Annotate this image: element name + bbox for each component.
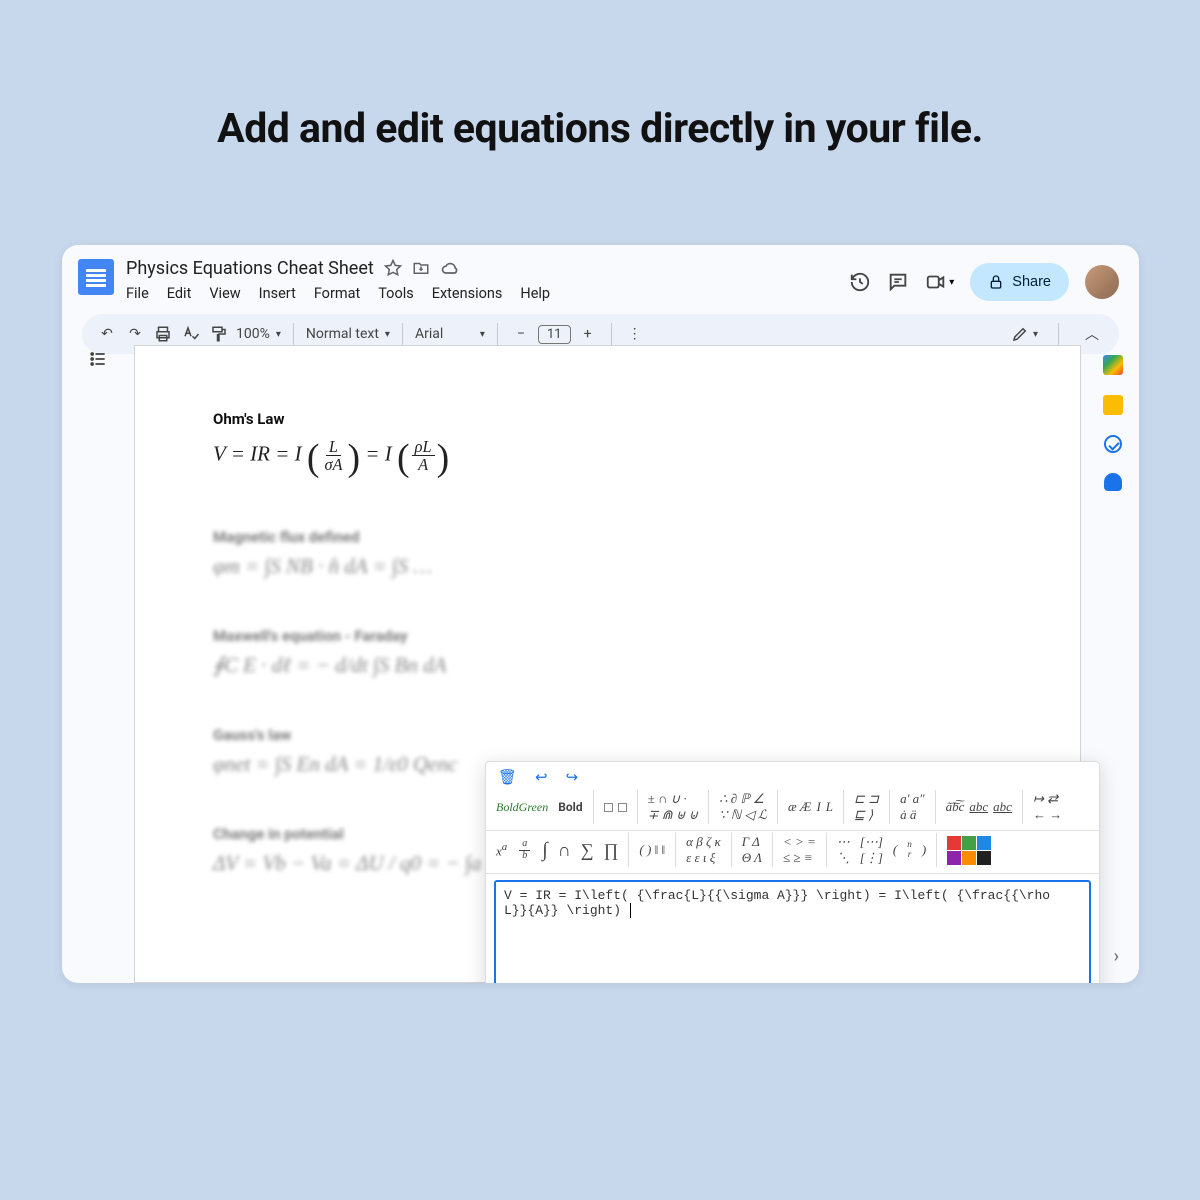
menu-view[interactable]: View xyxy=(209,285,240,302)
paint-format-icon[interactable] xyxy=(208,325,230,343)
bracket-group[interactable]: ( ) ‖ ‖ xyxy=(639,842,665,858)
share-label: Share xyxy=(1012,274,1051,290)
binom-btn[interactable]: (nr) xyxy=(893,840,926,859)
greek-lower-group[interactable]: α β ζ κε ε ι ξ xyxy=(686,834,721,866)
latex-code-text: V = IR = I\left( {\frac{L}{{\sigma A}}} … xyxy=(504,888,1050,918)
lock-icon xyxy=(988,274,1004,290)
color-palette[interactable] xyxy=(947,836,991,865)
latex-input[interactable]: V = IR = I\left( {\frac{L}{{\sigma A}}} … xyxy=(494,880,1091,983)
arrow-group[interactable]: ↦ ⇄← → xyxy=(1033,791,1062,823)
greek-upper-group[interactable]: Γ ΔΘ Λ xyxy=(742,834,762,866)
dots-group[interactable]: ⋯⋱ xyxy=(837,834,850,866)
more-toolbar-icon[interactable]: ⋮ xyxy=(624,326,646,342)
meet-icon[interactable]: ▾ xyxy=(925,271,954,293)
section-title: Magnetic flux defined xyxy=(213,528,1002,546)
section-ohms-law: Ohm's Law V = IR = I (LσA) = I (ρLA) xyxy=(213,410,1002,480)
menu-extensions[interactable]: Extensions xyxy=(432,285,503,302)
decoration-group[interactable]: ã͠b͠cabc abc xyxy=(946,799,1012,815)
google-docs-window: Physics Equations Cheat Sheet File Edit … xyxy=(62,245,1139,983)
matrix-btn[interactable]: [⋯][⋮] xyxy=(860,834,883,866)
history-icon[interactable] xyxy=(849,271,871,293)
matrix-group[interactable] xyxy=(604,803,627,812)
increase-font-icon[interactable]: + xyxy=(577,326,599,342)
menu-help[interactable]: Help xyxy=(520,285,550,302)
equation-symbol-toolbar: BoldGreen Bold ± ∩ ∪ ·∓ ⋒ ⊎ ⊍ ∴ ∂ ℙ ∠∵ ℕ… xyxy=(486,788,1099,831)
menu-bar: File Edit View Insert Format Tools Exten… xyxy=(126,285,849,302)
relation-group[interactable]: ∴ ∂ ℙ ∠∵ ℕ ◁ ℒ xyxy=(719,791,767,823)
menu-insert[interactable]: Insert xyxy=(259,285,296,302)
menu-file[interactable]: File xyxy=(126,285,149,302)
promo-headline: Add and edit equations directly in your … xyxy=(0,105,1200,153)
equation-rendered: φm = ∫S NB · n̂ dA = ∫S … xyxy=(213,554,1002,579)
zoom-selector[interactable]: 100% ▾ xyxy=(236,326,281,342)
equation-editor-dialog: 🗑 ↩ ↪ BoldGreen Bold ± ∩ ∪ ·∓ ⋒ ⊎ ⊍ ∴ ∂ … xyxy=(485,761,1100,983)
contacts-icon[interactable] xyxy=(1104,473,1122,491)
section-maxwell: Maxwell's equation - Faraday ∮C E · dℓ =… xyxy=(213,627,1002,678)
section-title: Ohm's Law xyxy=(213,410,1002,428)
editing-mode-icon[interactable]: ▾ xyxy=(1011,325,1038,343)
calendar-icon[interactable] xyxy=(1103,355,1123,375)
redo-icon[interactable]: ↷ xyxy=(124,326,146,342)
redo-icon[interactable]: ↪ xyxy=(566,768,579,786)
spellcheck-icon[interactable] xyxy=(180,325,202,343)
decrease-font-icon[interactable]: − xyxy=(510,326,532,342)
star-icon[interactable] xyxy=(384,259,402,277)
comments-icon[interactable] xyxy=(887,271,909,293)
equation-rendered: ∮C E · dℓ = − d/dt ∫S Bn dA xyxy=(213,653,1002,678)
show-side-panel-icon[interactable]: › xyxy=(1114,946,1119,967)
collapse-toolbar-icon[interactable]: ︿ xyxy=(1079,321,1105,347)
section-title: Maxwell's equation - Faraday xyxy=(213,627,1002,645)
user-avatar[interactable] xyxy=(1085,265,1119,299)
print-icon[interactable] xyxy=(152,325,174,343)
style-bold[interactable]: Bold xyxy=(558,800,582,814)
outline-toggle-icon[interactable] xyxy=(78,345,118,983)
font-selector[interactable]: Arial ▾ xyxy=(415,326,485,342)
menu-format[interactable]: Format xyxy=(314,285,360,302)
accent-group[interactable]: a′ a″ȧ ä xyxy=(900,791,925,823)
product-btn[interactable]: ∏ xyxy=(604,840,619,861)
operators-group[interactable]: ± ∩ ∪ ·∓ ⋒ ⊎ ⊍ xyxy=(648,791,699,823)
intersection-btn[interactable]: ∩ xyxy=(558,840,571,861)
cloud-status-icon[interactable] xyxy=(440,258,460,278)
font-group[interactable]: æ ÆI L xyxy=(788,799,833,815)
section-title: Gauss's law xyxy=(213,726,1002,744)
undo-icon[interactable]: ↩ xyxy=(535,768,548,786)
bracket-small-group[interactable]: ⊏ ⊐⊑ ⟩ xyxy=(854,791,879,823)
compare-group[interactable]: < > =≤ ≥ ≡ xyxy=(783,834,816,866)
font-size-input[interactable]: 11 xyxy=(538,325,571,344)
equation-rendered[interactable]: V = IR = I (LσA) = I (ρLA) xyxy=(213,436,1002,480)
fraction-btn[interactable]: ab xyxy=(517,839,532,861)
superscript-btn[interactable]: xa xyxy=(496,841,507,859)
tasks-icon[interactable] xyxy=(1104,435,1122,453)
equation-symbol-toolbar-2: xa ab ∫ ∩ ∑ ∏ ( ) ‖ ‖ α β ζ κε ε ι ξ Γ Δ… xyxy=(486,831,1099,874)
style-bold-green[interactable]: BoldGreen xyxy=(496,800,548,815)
keep-icon[interactable] xyxy=(1103,395,1123,415)
sum-btn[interactable]: ∑ xyxy=(581,840,594,861)
move-icon[interactable] xyxy=(412,259,430,277)
menu-tools[interactable]: Tools xyxy=(378,285,414,302)
document-title[interactable]: Physics Equations Cheat Sheet xyxy=(126,258,374,279)
section-magnetic-flux: Magnetic flux defined φm = ∫S NB · n̂ dA… xyxy=(213,528,1002,579)
paragraph-style-selector[interactable]: Normal text ▾ xyxy=(306,326,390,342)
delete-icon[interactable]: 🗑 xyxy=(498,768,517,786)
menu-edit[interactable]: Edit xyxy=(167,285,192,302)
undo-icon[interactable]: ↶ xyxy=(96,326,118,342)
share-button[interactable]: Share xyxy=(970,263,1069,301)
docs-app-icon[interactable] xyxy=(78,259,114,295)
titlebar: Physics Equations Cheat Sheet File Edit … xyxy=(62,245,1139,302)
integral-btn[interactable]: ∫ xyxy=(542,839,547,862)
